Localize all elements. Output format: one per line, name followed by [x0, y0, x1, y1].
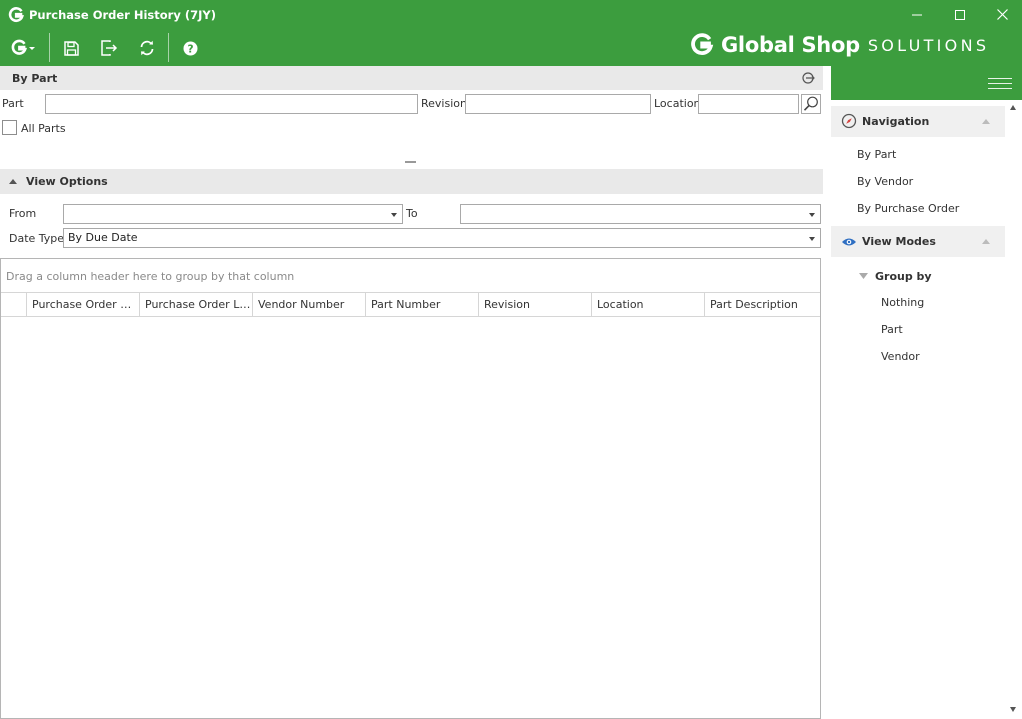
global-shop-logo-icon — [691, 33, 714, 55]
by-part-title: By Part — [12, 72, 58, 85]
menu-g-icon — [11, 39, 35, 55]
main-panel: By Part Part Revision Location All Parts… — [0, 66, 831, 719]
column-header[interactable]: Part Description — [705, 293, 820, 316]
column-header[interactable]: Revision — [479, 293, 592, 316]
close-button[interactable] — [989, 4, 1015, 26]
toolbar-separator — [168, 33, 169, 62]
expand-caret-icon[interactable] — [859, 273, 868, 279]
column-header[interactable]: Location — [592, 293, 705, 316]
column-header[interactable]: Purchase Order Nu... — [27, 293, 140, 316]
group-by-hint[interactable]: Drag a column header here to group by th… — [6, 270, 294, 283]
svg-text:?: ? — [187, 43, 193, 55]
exit-button[interactable] — [99, 37, 119, 59]
view-options-title: View Options — [26, 175, 108, 188]
side-panel-header — [831, 66, 1022, 100]
eye-icon — [842, 238, 856, 246]
part-input[interactable] — [45, 94, 418, 114]
chevron-down-icon — [809, 213, 815, 217]
date-type-value: By Due Date — [68, 231, 138, 244]
date-type-select[interactable]: By Due Date — [63, 228, 821, 248]
scroll-down-icon[interactable] — [1010, 707, 1016, 712]
side-panel: Navigation By Part By Vendor By Purchase… — [831, 66, 1022, 719]
by-part-header: By Part — [0, 66, 823, 90]
from-label: From — [9, 207, 37, 220]
navigation-title: Navigation — [862, 115, 930, 128]
location-input[interactable] — [698, 94, 799, 114]
brand-global-shop: Global Shop — [721, 33, 860, 57]
group-by-label[interactable]: Group by — [875, 270, 932, 283]
main-menu-button[interactable] — [10, 37, 38, 59]
hamburger-menu-icon[interactable] — [988, 78, 1012, 90]
nav-item-by-purchase-order[interactable]: By Purchase Order — [857, 202, 959, 215]
location-search-button[interactable] — [801, 94, 821, 114]
maximize-button[interactable] — [947, 4, 973, 26]
help-icon: ? — [183, 41, 197, 55]
view-options-header[interactable]: View Options — [0, 169, 823, 194]
group-by-vendor[interactable]: Vendor — [881, 350, 920, 363]
view-modes-title: View Modes — [862, 235, 936, 248]
close-icon — [996, 9, 1008, 20]
all-parts-checkbox[interactable] — [2, 120, 17, 135]
chevron-down-icon — [809, 237, 815, 241]
column-header[interactable]: Vendor Number — [253, 293, 366, 316]
compass-icon — [841, 113, 857, 129]
group-by-nothing[interactable]: Nothing — [881, 296, 924, 309]
help-button[interactable]: ? — [180, 37, 200, 59]
window-title: Purchase Order History (7JY) — [29, 8, 216, 22]
navigation-group-header[interactable]: Navigation — [831, 106, 1005, 137]
grid-header-row: Purchase Order Nu... Purchase Order Lin.… — [1, 292, 820, 317]
exit-icon — [100, 40, 117, 56]
maximize-icon — [955, 10, 965, 20]
row-indicator-header[interactable] — [1, 293, 27, 316]
part-label: Part — [2, 97, 24, 110]
collapse-caret-icon — [982, 239, 990, 244]
brand-solutions: SOLUTIONS — [867, 35, 990, 55]
date-type-label: Date Type — [9, 232, 65, 245]
search-icon — [803, 96, 818, 111]
exit-panel-icon[interactable] — [802, 72, 816, 84]
app-logo-icon — [8, 7, 24, 23]
refresh-icon — [140, 40, 154, 56]
nav-item-by-vendor[interactable]: By Vendor — [857, 175, 913, 188]
to-label: To — [406, 207, 418, 220]
to-date-select[interactable] — [460, 204, 821, 224]
collapse-caret-icon — [9, 179, 17, 184]
save-icon — [63, 40, 79, 56]
scroll-up-icon[interactable] — [1010, 105, 1016, 110]
location-label: Location — [654, 97, 701, 110]
refresh-button[interactable] — [137, 37, 157, 59]
revision-input[interactable] — [465, 94, 651, 114]
splitter-grip[interactable] — [405, 161, 416, 163]
collapse-caret-icon — [982, 119, 990, 124]
minimize-button[interactable] — [904, 4, 930, 26]
column-header[interactable]: Purchase Order Lin... — [140, 293, 253, 316]
results-grid[interactable]: Drag a column header here to group by th… — [0, 258, 821, 719]
revision-label: Revision — [421, 97, 467, 110]
column-header[interactable]: Part Number — [366, 293, 479, 316]
minimize-icon — [912, 14, 922, 16]
toolbar-separator — [49, 33, 50, 62]
all-parts-label: All Parts — [21, 122, 66, 135]
chevron-down-icon — [391, 213, 397, 217]
group-by-part[interactable]: Part — [881, 323, 903, 336]
save-button[interactable] — [61, 37, 81, 59]
from-date-select[interactable] — [63, 204, 403, 224]
brand-logo: Global Shop SOLUTIONS — [690, 33, 989, 57]
title-bar: Purchase Order History (7JY) ? Global Sh… — [0, 0, 1022, 66]
view-modes-group-header[interactable]: View Modes — [831, 226, 1005, 257]
nav-item-by-part[interactable]: By Part — [857, 148, 896, 161]
